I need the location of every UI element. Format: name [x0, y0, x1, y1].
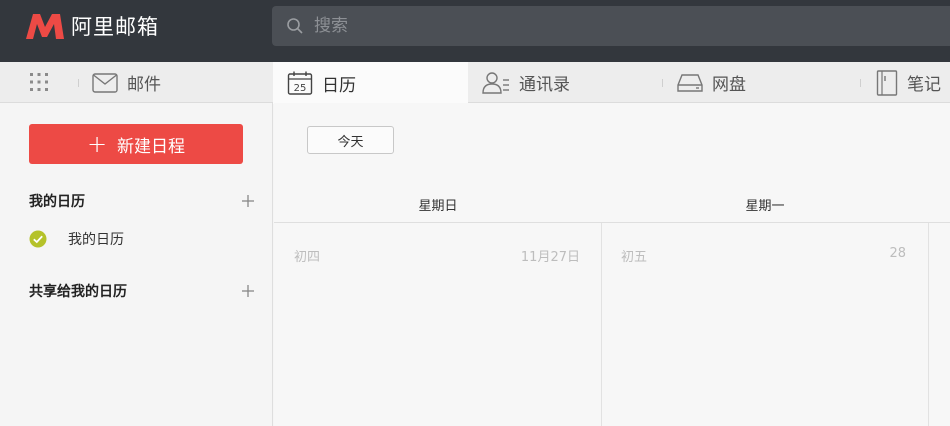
calendar-list-item[interactable]: 我的日历	[29, 229, 124, 249]
shared-calendars-title: 共享给我的日历	[29, 284, 127, 300]
nav-tab-contacts[interactable]: 通讯录	[482, 62, 652, 103]
search-box[interactable]	[272, 6, 950, 46]
logo[interactable]: 阿里邮箱	[24, 10, 159, 42]
day-cell[interactable]	[602, 223, 928, 426]
weekday-header: 星期一	[745, 199, 785, 214]
calendar-icon: 25	[287, 71, 313, 95]
today-button[interactable]: 今天	[307, 126, 394, 154]
mail-icon	[92, 72, 118, 93]
my-calendars-title: 我的日历	[29, 194, 85, 210]
add-calendar-icon[interactable]	[240, 193, 256, 209]
nav-separator	[860, 79, 861, 87]
new-event-button[interactable]: + 新建日程	[29, 124, 243, 164]
apps-grid-icon[interactable]	[29, 72, 49, 92]
brand-name: 阿里邮箱	[71, 15, 159, 39]
checked-circle-icon[interactable]	[29, 230, 47, 248]
app-nav-bar: 邮件 25 日历 通讯录 网盘 笔记	[0, 62, 950, 104]
nav-tab-label: 网盘	[712, 75, 746, 95]
nav-tab-label: 通讯录	[519, 75, 570, 95]
plus-icon: +	[86, 130, 108, 158]
logo-m-icon	[26, 14, 64, 39]
top-bar: 阿里邮箱	[0, 0, 950, 62]
nav-tab-label: 邮件	[127, 75, 161, 95]
search-input[interactable]	[314, 16, 914, 36]
day-cell[interactable]	[274, 223, 601, 426]
nav-separator	[78, 79, 79, 87]
nav-tab-label: 笔记	[907, 75, 941, 95]
weekday-header: 星期日	[418, 199, 458, 214]
nav-tab-mail[interactable]: 邮件	[92, 62, 268, 103]
nav-tab-calendar[interactable]: 25 日历	[273, 62, 468, 104]
add-shared-calendar-icon[interactable]	[240, 283, 256, 299]
new-event-label: 新建日程	[117, 136, 186, 157]
calendar-item-label: 我的日历	[68, 232, 124, 248]
nav-tab-notes[interactable]: 笔记	[876, 62, 950, 103]
calendar-icon-day: 25	[294, 83, 307, 94]
nav-tab-drive[interactable]: 网盘	[677, 62, 847, 103]
notes-icon	[876, 69, 898, 96]
nav-tab-label: 日历	[322, 75, 356, 96]
nav-separator	[662, 79, 663, 87]
contacts-icon	[482, 71, 509, 94]
sidebar: + 新建日程 我的日历 我的日历 共享给我的日历	[0, 103, 273, 426]
drive-icon	[677, 73, 703, 92]
calendar-main: 今天 星期日 星期一 初四 11月27日 初五 28	[274, 103, 950, 426]
grid-divider	[928, 223, 929, 426]
search-icon	[287, 18, 303, 34]
